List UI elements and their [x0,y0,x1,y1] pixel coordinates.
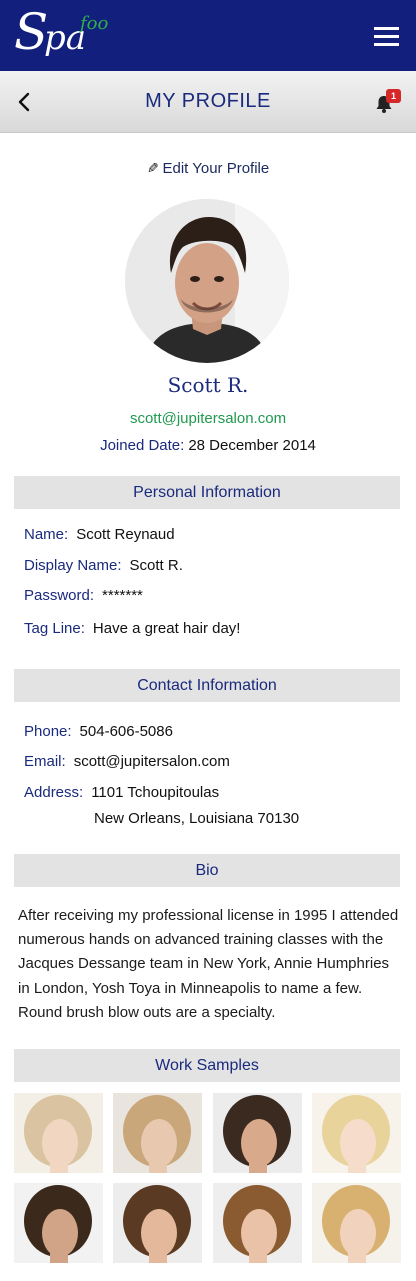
work-sample-2[interactable] [113,1093,202,1173]
field-value: Have a great hair day! [92,620,241,637]
field-address: Address: 1101 Tchoupitoulas [24,784,219,801]
spafoo-logo[interactable]: S pa foo [14,3,124,64]
field-label: Display Name: [24,557,122,574]
field-password: Password: ******* [24,587,143,604]
work-sample-5[interactable] [14,1183,103,1263]
field-label: Phone: [24,723,72,740]
section-work-samples: Work Samples [14,1049,400,1082]
work-sample-8[interactable] [312,1183,401,1263]
bio-text: After receiving my professional license … [18,907,399,1021]
work-sample-4[interactable] [312,1093,401,1173]
joined-date: Joined Date: 28 December 2014 [0,437,416,454]
work-sample-6[interactable] [113,1183,202,1263]
page-header: MY PROFILE 1 [0,71,416,133]
logo-tagline: foo [80,13,109,34]
field-label: Address: [24,784,84,801]
field-value: Scott Reynaud [76,526,175,543]
pencil-icon: ✎ [146,160,159,176]
page-title: MY PROFILE [145,90,271,112]
field-value: 1101 Tchoupitoulas [91,784,220,801]
top-bar: S pa foo [0,0,416,71]
joined-date-label: Joined Date: [100,437,185,454]
notification-badge: 1 [386,89,401,103]
profile-email[interactable]: scott@jupitersalon.com [0,410,416,427]
field-value: ******* [102,587,143,604]
field-value[interactable]: scott@jupitersalon.com [74,753,230,770]
work-sample-3[interactable] [213,1093,302,1173]
profile-name: Scott R. [167,373,249,397]
field-value[interactable]: 504-606-5086 [80,723,173,740]
field-label: Email: [24,753,66,770]
section-contact-information: Contact Information [14,669,400,702]
field-value: Scott R. [129,557,183,574]
field-email: Email: scott@jupitersalon.com [24,753,230,770]
joined-date-value: 28 December 2014 [188,437,316,454]
work-sample-7[interactable] [213,1183,302,1263]
profile-avatar [125,199,289,363]
field-label: Name: [24,526,69,543]
field-display-name: Display Name: Scott R. [24,557,183,574]
edit-profile-label: Edit Your Profile [162,160,270,177]
field-name: Name: Scott Reynaud [24,526,175,543]
section-personal-information: Personal Information [14,476,400,509]
section-bio: Bio [14,854,400,887]
field-tag-line: Tag Line: Have a great hair day! [24,620,240,637]
field-phone: Phone: 504-606-5086 [24,723,173,740]
field-label: Tag Line: [24,620,85,637]
work-sample-1[interactable] [14,1093,103,1173]
menu-icon[interactable] [374,27,399,46]
field-label: Password: [24,587,95,604]
edit-profile-link[interactable]: ✎ Edit Your Profile [0,160,416,177]
address-line-2: New Orleans, Louisiana 70130 [94,810,300,827]
